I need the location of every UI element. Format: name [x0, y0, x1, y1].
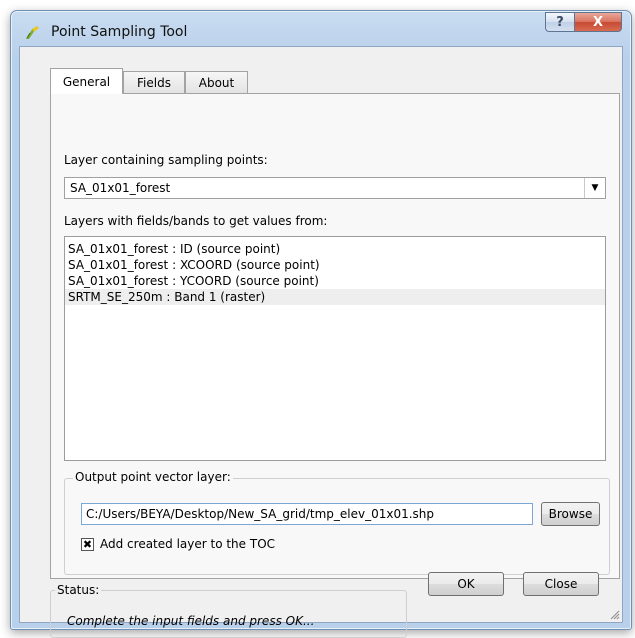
window-title: Point Sampling Tool — [51, 24, 188, 40]
list-item[interactable]: SA_01x01_forest : ID (source point) — [65, 241, 605, 257]
fields-bands-list[interactable]: SA_01x01_forest : ID (source point) SA_0… — [64, 236, 606, 461]
output-group-title: Output point vector layer: — [73, 470, 233, 484]
point-sampling-tool-window: Point Sampling Tool ? X General Fields A… — [10, 10, 632, 638]
list-item[interactable]: SA_01x01_forest : YCOORD (source point) — [65, 273, 605, 289]
fields-list-label: Layers with fields/bands to get values f… — [64, 214, 328, 228]
status-group: Status: Complete the input fields and pr… — [50, 583, 407, 638]
ok-button[interactable]: OK — [428, 572, 504, 596]
general-tab-panel: Layer containing sampling points: SA_01x… — [50, 93, 620, 579]
close-button[interactable]: Close — [523, 572, 599, 596]
output-path-input[interactable]: C:/Users/BEYA/Desktop/New_SA_grid/tmp_el… — [81, 503, 533, 525]
status-title: Status: — [55, 583, 102, 597]
tab-about[interactable]: About — [185, 71, 248, 93]
ok-button-label: OK — [457, 577, 475, 591]
tab-fields[interactable]: Fields — [123, 71, 185, 93]
add-to-toc-checkbox[interactable]: ✖ — [81, 538, 94, 551]
check-mark-icon: ✖ — [82, 538, 93, 551]
help-icon: ? — [556, 14, 564, 30]
dialog-body: General Fields About Layer containing sa… — [19, 46, 623, 638]
tab-general-label: General — [62, 74, 111, 89]
window-close-button[interactable]: X — [574, 12, 622, 32]
list-item[interactable]: SRTM_SE_250m : Band 1 (raster) — [65, 289, 605, 305]
close-icon: X — [592, 14, 604, 30]
sampling-layer-value: SA_01x01_forest — [70, 181, 171, 195]
output-layer-group: Output point vector layer: C:/Users/BEYA… — [64, 470, 610, 575]
help-button[interactable]: ? — [545, 12, 575, 32]
tab-fields-label: Fields — [137, 75, 171, 90]
sampling-layer-label: Layer containing sampling points: — [64, 153, 268, 167]
add-to-toc-label[interactable]: Add created layer to the TOC — [100, 537, 275, 551]
sampling-layer-select[interactable]: SA_01x01_forest ▼ — [64, 177, 606, 199]
browse-button-label: Browse — [548, 507, 593, 521]
qgis-plugin-icon — [26, 26, 39, 39]
chevron-down-icon[interactable]: ▼ — [584, 178, 605, 198]
status-message: Complete the input fields and press OK..… — [67, 614, 315, 628]
close-button-label: Close — [544, 577, 578, 591]
tab-about-label: About — [198, 75, 235, 90]
tab-general[interactable]: General — [50, 68, 123, 94]
browse-button[interactable]: Browse — [541, 502, 600, 526]
resize-grip-icon[interactable] — [610, 610, 620, 620]
title-bar[interactable]: Point Sampling Tool ? X — [11, 11, 631, 47]
list-item[interactable]: SA_01x01_forest : XCOORD (source point) — [65, 257, 605, 273]
